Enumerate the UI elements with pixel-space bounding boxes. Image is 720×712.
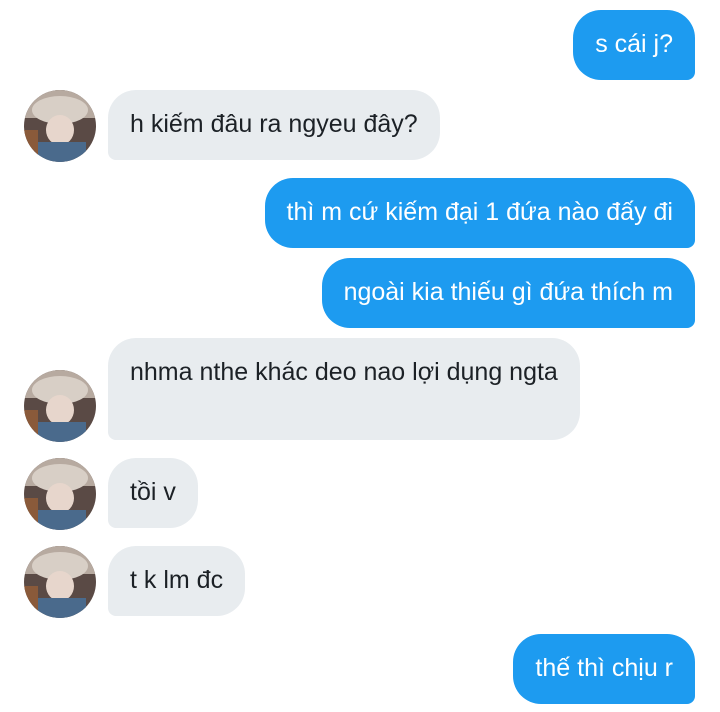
message-bubble-received[interactable]: h kiếm đâu ra ngyeu đây? bbox=[108, 90, 440, 160]
message-bubble-sent[interactable]: ngoài kia thiếu gì đứa thích m bbox=[321, 258, 695, 328]
message-bubble-sent[interactable]: thế thì chịu r bbox=[513, 634, 695, 704]
message-text: ngoài kia thiếu gì đứa thích m bbox=[343, 278, 673, 306]
avatar-icon[interactable] bbox=[24, 546, 96, 618]
message-text: t k lm đc bbox=[130, 566, 224, 594]
message-bubble-received[interactable]: t k lm đc bbox=[108, 546, 246, 616]
message-text: tồi v bbox=[130, 478, 176, 506]
avatar-icon[interactable] bbox=[24, 370, 96, 442]
message-text: s cái j? bbox=[595, 30, 673, 58]
message-text: thế thì chịu r bbox=[535, 654, 673, 682]
message-text: thì m cứ kiếm đại 1 đứa nào đấy đi bbox=[286, 198, 673, 226]
message-bubble-received[interactable]: tồi v bbox=[108, 458, 198, 528]
message-bubble-sent[interactable]: thì m cứ kiếm đại 1 đứa nào đấy đi bbox=[264, 178, 695, 248]
avatar-icon[interactable] bbox=[24, 458, 96, 530]
message-text: h kiếm đâu ra ngyeu đây? bbox=[130, 110, 418, 138]
message-bubble-sent[interactable]: s cái j? bbox=[573, 10, 695, 80]
message-bubble-received[interactable]: nhma nthe khác deo nao lợi dụng ngta bbox=[108, 338, 580, 440]
avatar-icon[interactable] bbox=[24, 90, 96, 162]
message-text: nhma nthe khác deo nao lợi dụng ngta bbox=[130, 358, 558, 386]
chat-screen: { "conversation": { "messages": [ {"side… bbox=[0, 0, 720, 712]
